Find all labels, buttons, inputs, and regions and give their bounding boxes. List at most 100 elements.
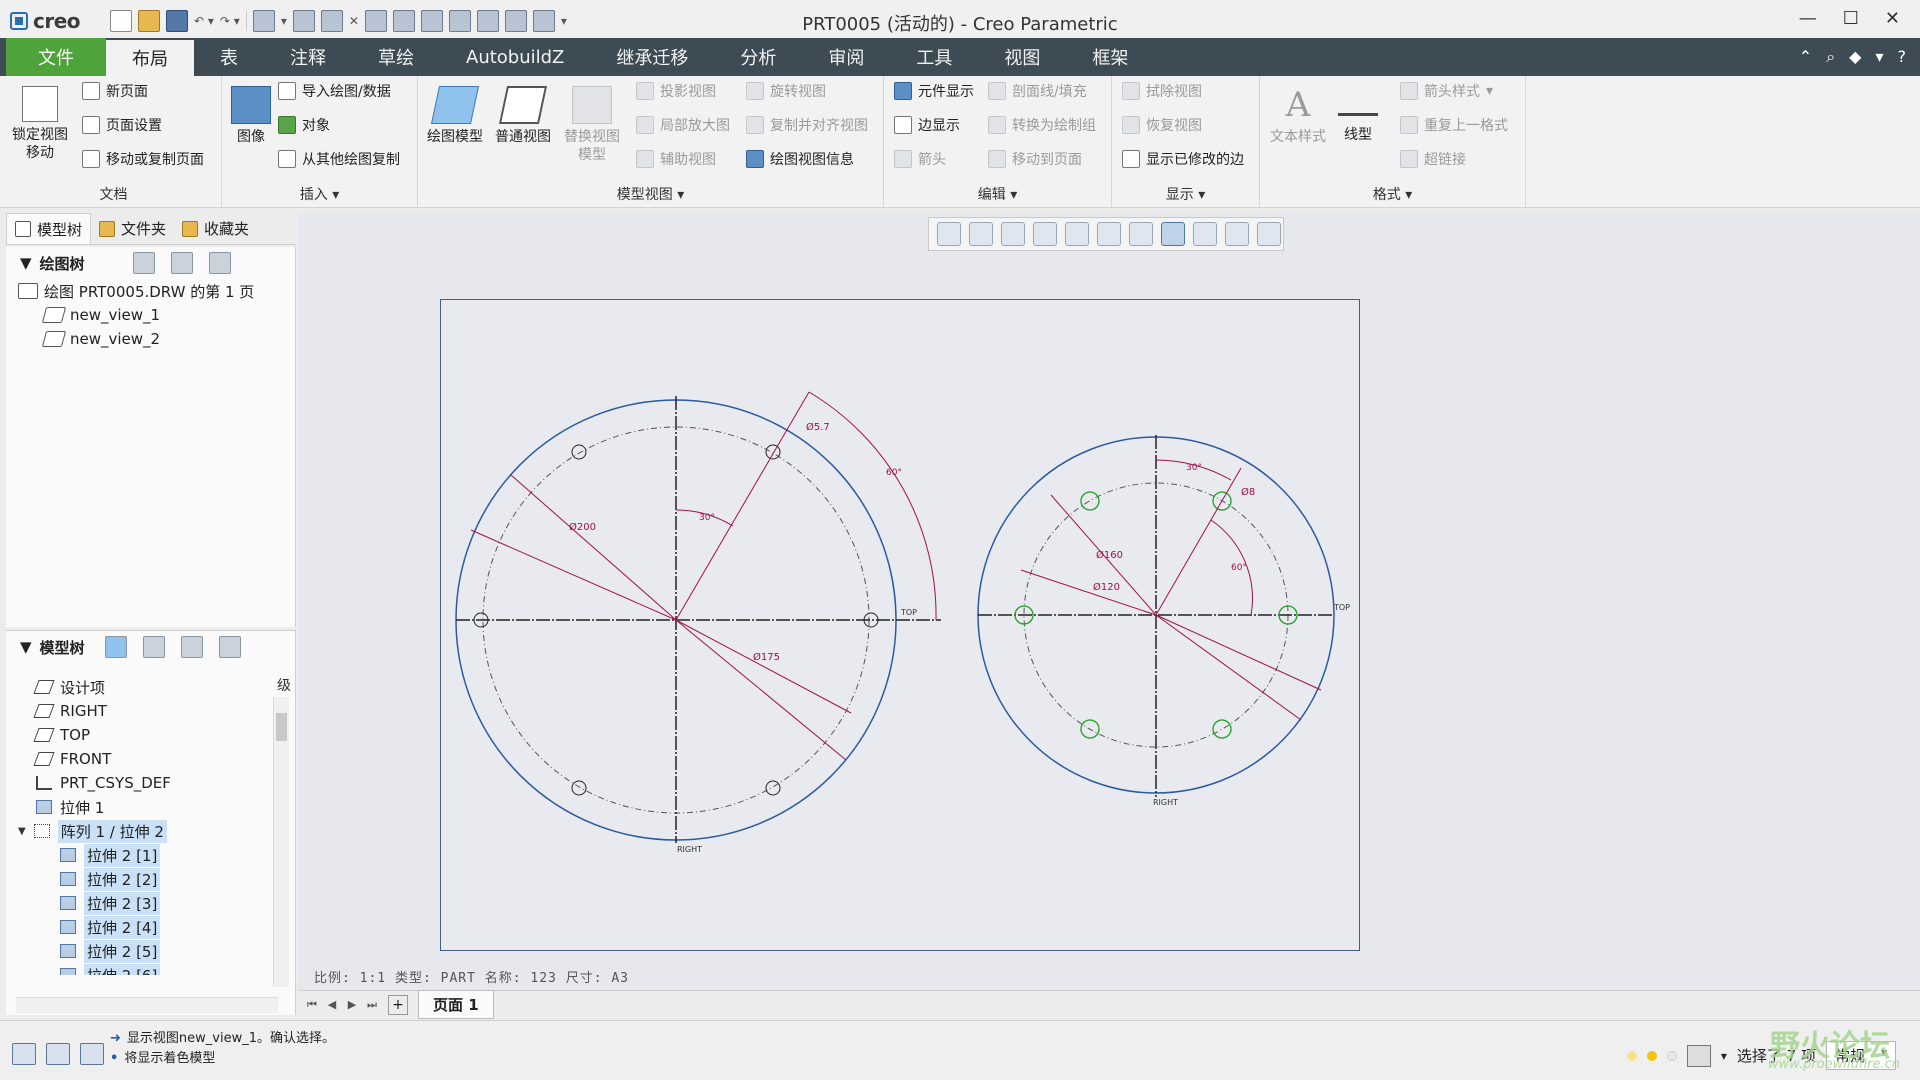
- model-tree-item[interactable]: 设计项: [6, 675, 268, 699]
- tree-show-icon[interactable]: [170, 252, 193, 274]
- detail-view-button[interactable]: 局部放大图: [636, 114, 730, 136]
- group-label-display[interactable]: 显示 ▾: [1112, 184, 1259, 204]
- lock-view-move-button[interactable]: 锁定视图 移动: [12, 86, 68, 162]
- close-button[interactable]: ✕: [1885, 8, 1900, 29]
- drawing-sheet[interactable]: Ø5.7 60° 30° Ø200 Ø175 TOP RIGHT 30° Ø8 …: [440, 299, 1360, 951]
- dimension-text[interactable]: Ø120: [1093, 581, 1120, 593]
- search-icon[interactable]: ⌕: [1826, 47, 1835, 67]
- tree-item-drawing-sheet[interactable]: 绘图 PRT0005.DRW 的第 1 页: [6, 279, 295, 303]
- tab-file[interactable]: 文件: [6, 38, 106, 76]
- first-page-icon[interactable]: ⏮: [302, 996, 322, 1014]
- next-page-icon[interactable]: ▶: [342, 996, 362, 1014]
- model-display-icon[interactable]: [104, 636, 127, 658]
- group-label-model-views[interactable]: 模型视图 ▾: [418, 184, 883, 204]
- collapse-icon[interactable]: ▼: [20, 638, 32, 656]
- navigator-toggle-icon[interactable]: [12, 1043, 36, 1065]
- tree-item-new-view-2[interactable]: new_view_2: [6, 327, 295, 351]
- model-tree-column-header[interactable]: 级: [277, 675, 291, 695]
- hyperlink-button[interactable]: 超链接: [1400, 148, 1466, 170]
- tab-analysis[interactable]: 分析: [714, 38, 802, 76]
- expand-icon[interactable]: ▼: [18, 826, 26, 837]
- line-style-button[interactable]: 线型: [1334, 86, 1382, 144]
- tab-favorites[interactable]: 收藏夹: [174, 213, 257, 244]
- last-page-icon[interactable]: ⏭: [362, 996, 382, 1014]
- model-tree-item[interactable]: 拉伸 2 [6]: [6, 963, 268, 975]
- page-setup-button[interactable]: 页面设置: [82, 114, 162, 136]
- fullscreen-icon[interactable]: [80, 1043, 104, 1065]
- options-dropdown-icon[interactable]: ▾: [1875, 47, 1883, 67]
- tree-filter-icon[interactable]: [208, 252, 231, 274]
- auxiliary-view-button[interactable]: 辅助视图: [636, 148, 716, 170]
- dimension-text[interactable]: Ø5.7: [806, 421, 830, 433]
- dimension-text[interactable]: Ø160: [1096, 549, 1123, 561]
- model-tree-item[interactable]: PRT_CSYS_DEF: [6, 771, 268, 795]
- drawing-model-button[interactable]: 绘图模型: [424, 86, 486, 146]
- refit-icon[interactable]: [937, 222, 961, 246]
- model-tree-item[interactable]: 拉伸 2 [4]: [6, 915, 268, 939]
- resume-view-button[interactable]: 恢复视图: [1122, 114, 1202, 136]
- show-modified-edges-button[interactable]: 显示已修改的边: [1122, 148, 1244, 170]
- drawing-view-info-button[interactable]: 绘图视图信息: [746, 148, 854, 170]
- move-to-page-button[interactable]: 移动到页面: [988, 148, 1082, 170]
- point-display-icon[interactable]: [1193, 222, 1217, 246]
- find-dropdown-icon[interactable]: ▾: [1721, 1049, 1727, 1063]
- model-tree-item[interactable]: 拉伸 2 [5]: [6, 939, 268, 963]
- edge-display-button[interactable]: 边显示: [894, 114, 960, 136]
- learning-icon[interactable]: ◆: [1849, 47, 1861, 67]
- dimension-text[interactable]: 30°: [1186, 463, 1202, 473]
- dimension-text[interactable]: 60°: [1231, 563, 1247, 573]
- maximize-button[interactable]: ☐: [1843, 8, 1859, 29]
- tree-settings-icon[interactable]: [132, 252, 155, 274]
- repaint-icon[interactable]: [1033, 222, 1057, 246]
- copy-from-drawing-button[interactable]: 从其他绘图复制: [278, 148, 400, 170]
- graphics-area[interactable]: Ø5.7 60° 30° Ø200 Ø175 TOP RIGHT 30° Ø8 …: [298, 213, 1920, 993]
- annotation-display-icon[interactable]: [1257, 222, 1281, 246]
- tree-item-new-view-1[interactable]: new_view_1: [6, 303, 295, 327]
- tab-annotate[interactable]: 注释: [264, 38, 352, 76]
- group-label-insert[interactable]: 插入 ▾: [222, 184, 417, 204]
- new-page-button[interactable]: 新页面: [82, 80, 148, 102]
- display-style-icon[interactable]: [1065, 222, 1089, 246]
- prev-page-icon[interactable]: ◀: [322, 996, 342, 1014]
- import-drawing-data-button[interactable]: 导入绘图/数据: [278, 80, 391, 102]
- model-tree-item[interactable]: 拉伸 1: [6, 795, 268, 819]
- model-tree-item[interactable]: 拉伸 2 [1]: [6, 843, 268, 867]
- dimension-text[interactable]: 60°: [886, 468, 902, 478]
- move-copy-page-button[interactable]: 移动或复制页面: [82, 148, 204, 170]
- tab-review[interactable]: 审阅: [802, 38, 890, 76]
- scroll-thumb[interactable]: [276, 713, 287, 741]
- dimension-text[interactable]: Ø200: [569, 521, 596, 533]
- tab-legacy-migration[interactable]: 继承迁移: [590, 38, 714, 76]
- group-label-format[interactable]: 格式 ▾: [1260, 184, 1525, 204]
- datum-display-icon[interactable]: [1129, 222, 1153, 246]
- collapse-icon[interactable]: ▼: [20, 254, 32, 272]
- model-tree-item[interactable]: ▼ 阵列 1 / 拉伸 2: [6, 819, 268, 843]
- collapse-ribbon-icon[interactable]: ⌃: [1799, 47, 1812, 67]
- csys-display-icon[interactable]: [1225, 222, 1249, 246]
- general-view-button[interactable]: 普通视图: [492, 86, 554, 146]
- repeat-last-format-button[interactable]: 重复上一格式: [1400, 114, 1508, 136]
- dimension-text[interactable]: 30°: [699, 513, 715, 523]
- model-tree-item[interactable]: FRONT: [6, 747, 268, 771]
- convert-to-draft-group-button[interactable]: 转换为绘制组: [988, 114, 1096, 136]
- drawing-view-2[interactable]: 30° Ø8 Ø160 60° Ø120 TOP RIGHT: [977, 435, 1350, 807]
- dimension-text[interactable]: Ø175: [753, 651, 780, 663]
- text-style-button[interactable]: A 文本样式: [1266, 86, 1330, 146]
- image-button[interactable]: 图像: [228, 86, 274, 146]
- find-binoculars-icon[interactable]: [1686, 1044, 1711, 1067]
- model-tree-item[interactable]: 拉伸 2 [3]: [6, 891, 268, 915]
- model-tree-hscrollbar[interactable]: [16, 997, 278, 1013]
- revolved-view-button[interactable]: 旋转视图: [746, 80, 826, 102]
- model-tree-item[interactable]: 拉伸 2 [2]: [6, 867, 268, 891]
- tree-filter-icon[interactable]: [218, 636, 241, 658]
- saved-orientations-icon[interactable]: [1097, 222, 1121, 246]
- model-tree-item[interactable]: TOP: [6, 723, 268, 747]
- arrow-style-button[interactable]: 箭头样式 ▾: [1400, 80, 1493, 102]
- tab-frame[interactable]: 框架: [1066, 38, 1154, 76]
- replace-view-model-button[interactable]: 替换视图 模型: [560, 86, 624, 164]
- model-tree-vscrollbar[interactable]: [273, 697, 289, 987]
- tab-view[interactable]: 视图: [978, 38, 1066, 76]
- dimension-text[interactable]: Ø8: [1241, 486, 1255, 498]
- axis-display-icon[interactable]: [1161, 222, 1185, 246]
- drawing-view-1[interactable]: Ø5.7 60° 30° Ø200 Ø175 TOP RIGHT: [455, 391, 941, 854]
